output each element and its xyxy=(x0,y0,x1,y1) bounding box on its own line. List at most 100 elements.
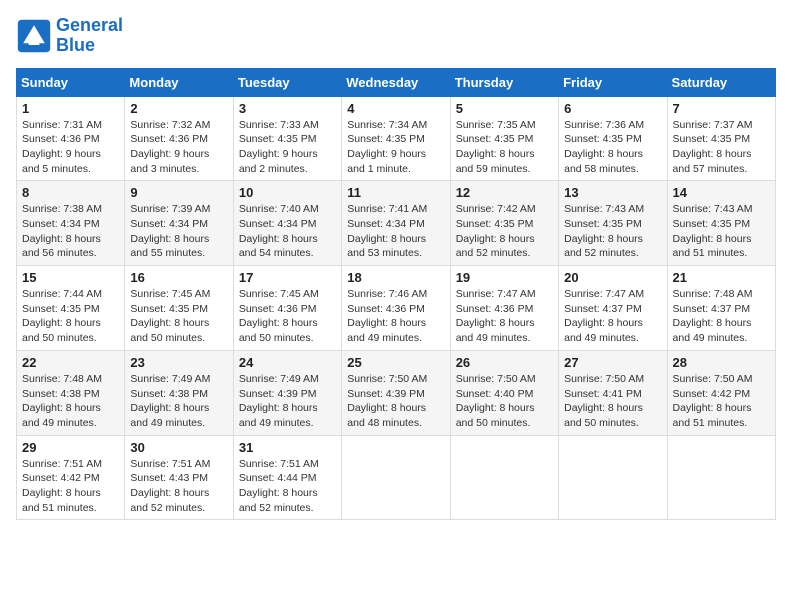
day-info: Sunrise: 7:42 AM Sunset: 4:35 PM Dayligh… xyxy=(456,202,553,261)
day-number: 14 xyxy=(673,185,770,200)
day-number: 6 xyxy=(564,101,661,116)
calendar-cell: 25 Sunrise: 7:50 AM Sunset: 4:39 PM Dayli… xyxy=(342,350,450,435)
day-info: Sunrise: 7:35 AM Sunset: 4:35 PM Dayligh… xyxy=(456,118,553,177)
calendar-cell: 6 Sunrise: 7:36 AM Sunset: 4:35 PM Daylig… xyxy=(559,96,667,181)
day-info: Sunrise: 7:45 AM Sunset: 4:35 PM Dayligh… xyxy=(130,287,227,346)
day-number: 17 xyxy=(239,270,336,285)
day-info: Sunrise: 7:51 AM Sunset: 4:44 PM Dayligh… xyxy=(239,457,336,516)
day-number: 27 xyxy=(564,355,661,370)
day-info: Sunrise: 7:41 AM Sunset: 4:34 PM Dayligh… xyxy=(347,202,444,261)
day-number: 5 xyxy=(456,101,553,116)
day-number: 19 xyxy=(456,270,553,285)
calendar-cell: 3 Sunrise: 7:33 AM Sunset: 4:35 PM Daylig… xyxy=(233,96,341,181)
day-info: Sunrise: 7:31 AM Sunset: 4:36 PM Dayligh… xyxy=(22,118,119,177)
logo-text: General Blue xyxy=(56,16,123,56)
day-number: 20 xyxy=(564,270,661,285)
weekday-header: Friday xyxy=(559,68,667,96)
calendar-cell: 15 Sunrise: 7:44 AM Sunset: 4:35 PM Dayli… xyxy=(17,266,125,351)
calendar-cell: 13 Sunrise: 7:43 AM Sunset: 4:35 PM Dayli… xyxy=(559,181,667,266)
calendar-cell: 9 Sunrise: 7:39 AM Sunset: 4:34 PM Daylig… xyxy=(125,181,233,266)
calendar-cell: 11 Sunrise: 7:41 AM Sunset: 4:34 PM Dayli… xyxy=(342,181,450,266)
weekday-header: Tuesday xyxy=(233,68,341,96)
weekday-header: Sunday xyxy=(17,68,125,96)
calendar-cell: 31 Sunrise: 7:51 AM Sunset: 4:44 PM Dayli… xyxy=(233,435,341,520)
calendar-body: 1Sunrise: 7:31 AM Sunset: 4:36 PM Daylig… xyxy=(17,96,776,520)
day-info: Sunrise: 7:48 AM Sunset: 4:37 PM Dayligh… xyxy=(673,287,770,346)
day-info: Sunrise: 7:49 AM Sunset: 4:39 PM Dayligh… xyxy=(239,372,336,431)
calendar-cell xyxy=(559,435,667,520)
day-number: 12 xyxy=(456,185,553,200)
calendar-week-row: 15 Sunrise: 7:44 AM Sunset: 4:35 PM Dayli… xyxy=(17,266,776,351)
day-info: Sunrise: 7:32 AM Sunset: 4:36 PM Dayligh… xyxy=(130,118,227,177)
weekday-header: Saturday xyxy=(667,68,775,96)
calendar-cell: 8Sunrise: 7:38 AM Sunset: 4:34 PM Daylig… xyxy=(17,181,125,266)
day-info: Sunrise: 7:43 AM Sunset: 4:35 PM Dayligh… xyxy=(673,202,770,261)
calendar-cell: 17 Sunrise: 7:45 AM Sunset: 4:36 PM Dayli… xyxy=(233,266,341,351)
calendar-cell: 16 Sunrise: 7:45 AM Sunset: 4:35 PM Dayli… xyxy=(125,266,233,351)
day-info: Sunrise: 7:48 AM Sunset: 4:38 PM Dayligh… xyxy=(22,372,119,431)
day-info: Sunrise: 7:36 AM Sunset: 4:35 PM Dayligh… xyxy=(564,118,661,177)
day-number: 31 xyxy=(239,440,336,455)
calendar-cell: 22Sunrise: 7:48 AM Sunset: 4:38 PM Dayli… xyxy=(17,350,125,435)
calendar-cell: 29 Sunrise: 7:51 AM Sunset: 4:42 PM Dayli… xyxy=(17,435,125,520)
day-info: Sunrise: 7:44 AM Sunset: 4:35 PM Dayligh… xyxy=(22,287,119,346)
calendar-header-row: SundayMondayTuesdayWednesdayThursdayFrid… xyxy=(17,68,776,96)
day-number: 13 xyxy=(564,185,661,200)
day-info: Sunrise: 7:51 AM Sunset: 4:42 PM Dayligh… xyxy=(22,457,119,516)
calendar-cell: 20 Sunrise: 7:47 AM Sunset: 4:37 PM Dayli… xyxy=(559,266,667,351)
calendar-cell: 12 Sunrise: 7:42 AM Sunset: 4:35 PM Dayli… xyxy=(450,181,558,266)
day-info: Sunrise: 7:50 AM Sunset: 4:39 PM Dayligh… xyxy=(347,372,444,431)
day-info: Sunrise: 7:47 AM Sunset: 4:36 PM Dayligh… xyxy=(456,287,553,346)
calendar-cell: 7 Sunrise: 7:37 AM Sunset: 4:35 PM Daylig… xyxy=(667,96,775,181)
day-number: 11 xyxy=(347,185,444,200)
day-number: 23 xyxy=(130,355,227,370)
day-number: 29 xyxy=(22,440,119,455)
day-number: 30 xyxy=(130,440,227,455)
day-info: Sunrise: 7:50 AM Sunset: 4:41 PM Dayligh… xyxy=(564,372,661,431)
calendar-cell: 19 Sunrise: 7:47 AM Sunset: 4:36 PM Dayli… xyxy=(450,266,558,351)
calendar-cell: 26Sunrise: 7:50 AM Sunset: 4:40 PM Dayli… xyxy=(450,350,558,435)
day-number: 26 xyxy=(456,355,553,370)
calendar-cell xyxy=(342,435,450,520)
day-info: Sunrise: 7:33 AM Sunset: 4:35 PM Dayligh… xyxy=(239,118,336,177)
calendar-cell: 30Sunrise: 7:51 AM Sunset: 4:43 PM Dayli… xyxy=(125,435,233,520)
calendar-cell: 24 Sunrise: 7:49 AM Sunset: 4:39 PM Dayli… xyxy=(233,350,341,435)
day-number: 15 xyxy=(22,270,119,285)
day-number: 18 xyxy=(347,270,444,285)
calendar-cell: 23 Sunrise: 7:49 AM Sunset: 4:38 PM Dayli… xyxy=(125,350,233,435)
day-number: 24 xyxy=(239,355,336,370)
day-number: 9 xyxy=(130,185,227,200)
day-info: Sunrise: 7:39 AM Sunset: 4:34 PM Dayligh… xyxy=(130,202,227,261)
calendar-table: SundayMondayTuesdayWednesdayThursdayFrid… xyxy=(16,68,776,521)
calendar-cell: 4 Sunrise: 7:34 AM Sunset: 4:35 PM Daylig… xyxy=(342,96,450,181)
calendar-cell: 2Sunrise: 7:32 AM Sunset: 4:36 PM Daylig… xyxy=(125,96,233,181)
page-header: General Blue xyxy=(16,16,776,56)
calendar-cell xyxy=(450,435,558,520)
day-info: Sunrise: 7:47 AM Sunset: 4:37 PM Dayligh… xyxy=(564,287,661,346)
day-info: Sunrise: 7:46 AM Sunset: 4:36 PM Dayligh… xyxy=(347,287,444,346)
day-number: 4 xyxy=(347,101,444,116)
day-info: Sunrise: 7:37 AM Sunset: 4:35 PM Dayligh… xyxy=(673,118,770,177)
calendar-cell: 18 Sunrise: 7:46 AM Sunset: 4:36 PM Dayli… xyxy=(342,266,450,351)
day-info: Sunrise: 7:34 AM Sunset: 4:35 PM Dayligh… xyxy=(347,118,444,177)
day-number: 25 xyxy=(347,355,444,370)
calendar-cell: 27 Sunrise: 7:50 AM Sunset: 4:41 PM Dayli… xyxy=(559,350,667,435)
day-info: Sunrise: 7:45 AM Sunset: 4:36 PM Dayligh… xyxy=(239,287,336,346)
day-number: 10 xyxy=(239,185,336,200)
weekday-header: Monday xyxy=(125,68,233,96)
calendar-cell: 10Sunrise: 7:40 AM Sunset: 4:34 PM Dayli… xyxy=(233,181,341,266)
day-number: 21 xyxy=(673,270,770,285)
day-info: Sunrise: 7:49 AM Sunset: 4:38 PM Dayligh… xyxy=(130,372,227,431)
day-number: 16 xyxy=(130,270,227,285)
calendar-cell: 5 Sunrise: 7:35 AM Sunset: 4:35 PM Daylig… xyxy=(450,96,558,181)
calendar-cell: 21 Sunrise: 7:48 AM Sunset: 4:37 PM Dayli… xyxy=(667,266,775,351)
calendar-cell: 14 Sunrise: 7:43 AM Sunset: 4:35 PM Dayli… xyxy=(667,181,775,266)
weekday-header: Wednesday xyxy=(342,68,450,96)
calendar-cell: 1Sunrise: 7:31 AM Sunset: 4:36 PM Daylig… xyxy=(17,96,125,181)
day-number: 3 xyxy=(239,101,336,116)
logo: General Blue xyxy=(16,16,123,56)
calendar-week-row: 1Sunrise: 7:31 AM Sunset: 4:36 PM Daylig… xyxy=(17,96,776,181)
day-info: Sunrise: 7:43 AM Sunset: 4:35 PM Dayligh… xyxy=(564,202,661,261)
day-number: 7 xyxy=(673,101,770,116)
calendar-week-row: 22Sunrise: 7:48 AM Sunset: 4:38 PM Dayli… xyxy=(17,350,776,435)
